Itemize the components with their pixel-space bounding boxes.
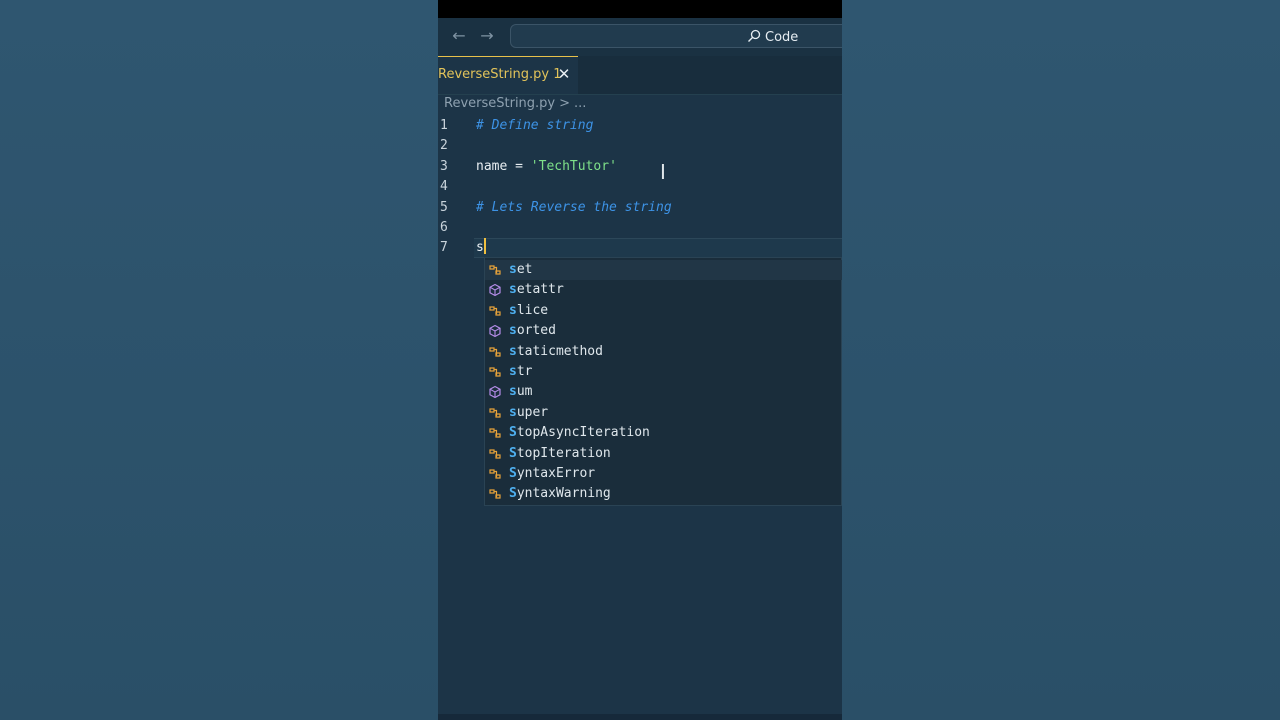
command-center-search[interactable]: Code bbox=[510, 24, 842, 48]
line-number: 2 bbox=[440, 138, 448, 153]
code-line: 1 # Define string bbox=[438, 116, 842, 136]
suggestion-item[interactable]: super bbox=[485, 403, 842, 423]
suggestion-item[interactable]: SyntaxError bbox=[485, 464, 842, 484]
code-string: 'TechTutor' bbox=[530, 159, 617, 174]
class-icon bbox=[488, 487, 502, 501]
chevron-right-icon: > bbox=[559, 96, 571, 111]
suggestion-label: SyntaxWarning bbox=[509, 486, 611, 502]
tab-reversestring[interactable]: ReverseString.py 1 ✕ bbox=[438, 56, 578, 94]
breadcrumb-more[interactable]: ... bbox=[574, 96, 586, 111]
class-icon bbox=[488, 365, 502, 379]
function-cube-icon bbox=[488, 385, 502, 399]
editor-window: ← → Code ReverseString.py 1 ✕ ReverseStr… bbox=[438, 0, 842, 720]
suggestion-label: StopAsyncIteration bbox=[509, 425, 650, 441]
breadcrumb-file[interactable]: ReverseString.py bbox=[444, 96, 555, 111]
background-left bbox=[0, 0, 438, 720]
line-number: 6 bbox=[440, 220, 448, 235]
class-icon bbox=[488, 304, 502, 318]
line-number: 7 bbox=[440, 240, 448, 255]
code-typed-text: s bbox=[476, 238, 486, 255]
class-icon bbox=[488, 406, 502, 420]
suggestion-label: StopIteration bbox=[509, 445, 611, 461]
class-icon bbox=[488, 467, 502, 481]
code-line: 2 bbox=[438, 136, 842, 156]
code-line: 4 bbox=[438, 177, 842, 197]
arrow-left-icon[interactable]: ← bbox=[449, 26, 469, 46]
suggestion-label: super bbox=[509, 404, 549, 420]
code-line-active: 7 s bbox=[438, 238, 842, 258]
suggestion-item[interactable]: setattr bbox=[485, 280, 842, 300]
class-icon bbox=[488, 345, 502, 359]
suggestion-label: setattr bbox=[509, 282, 564, 298]
suggestion-label: sorted bbox=[509, 323, 556, 339]
suggestion-label: str bbox=[509, 364, 533, 379]
suggestion-label: set bbox=[509, 262, 533, 277]
search-icon bbox=[748, 29, 761, 42]
code-line: 5 # Lets Reverse the string bbox=[438, 198, 842, 218]
text-caret bbox=[483, 238, 486, 254]
suggestion-item[interactable]: slice bbox=[485, 301, 842, 321]
suggestion-item[interactable]: StopAsyncIteration bbox=[485, 423, 842, 443]
autocomplete-suggestions: set setattr slice sorted staticmethod str sum s… bbox=[484, 257, 842, 506]
code-comment: # Lets Reverse the string bbox=[476, 200, 672, 215]
suggestion-item[interactable]: staticmethod bbox=[485, 342, 842, 362]
mouse-ibeam-cursor-icon: I bbox=[660, 160, 666, 184]
line-number: 5 bbox=[440, 200, 448, 215]
background-right bbox=[842, 0, 1280, 720]
suggestion-item[interactable]: SyntaxWarning bbox=[485, 484, 842, 504]
code-statement: name = 'TechTutor' bbox=[476, 157, 617, 177]
class-icon bbox=[488, 263, 502, 277]
suggestion-item[interactable]: str bbox=[485, 362, 842, 382]
function-cube-icon bbox=[488, 324, 502, 338]
breadcrumb: ReverseString.py >... bbox=[444, 96, 586, 114]
suggestion-label: sum bbox=[509, 384, 533, 400]
suggestion-item[interactable]: sum bbox=[485, 382, 842, 402]
top-black-bar bbox=[438, 0, 842, 18]
line-number: 4 bbox=[440, 179, 448, 194]
close-icon[interactable]: ✕ bbox=[556, 65, 572, 83]
code-line: 6 bbox=[438, 218, 842, 238]
code-line: 3 name = 'TechTutor' bbox=[438, 157, 842, 177]
suggestion-item[interactable]: StopIteration bbox=[485, 444, 842, 464]
suggestion-label: slice bbox=[509, 302, 549, 318]
line-number: 3 bbox=[440, 159, 448, 174]
code-comment: # Define string bbox=[476, 118, 594, 133]
suggestion-item[interactable]: sorted bbox=[485, 321, 842, 341]
tab-bar: ReverseString.py 1 ✕ bbox=[438, 56, 842, 95]
suggestion-item[interactable]: set bbox=[485, 260, 842, 280]
status-bar bbox=[438, 714, 842, 720]
suggestion-label: staticmethod bbox=[509, 343, 603, 359]
suggestion-label: SyntaxError bbox=[509, 466, 596, 481]
code-variable: name bbox=[476, 159, 508, 174]
line-number: 1 bbox=[440, 118, 448, 133]
tab-label: ReverseString.py 1 bbox=[438, 67, 562, 82]
code-operator: = bbox=[507, 159, 531, 174]
command-center-label: Code bbox=[747, 29, 798, 46]
arrow-right-icon[interactable]: → bbox=[477, 26, 497, 46]
class-icon bbox=[488, 447, 502, 461]
function-cube-icon bbox=[488, 283, 502, 297]
class-icon bbox=[488, 426, 502, 440]
